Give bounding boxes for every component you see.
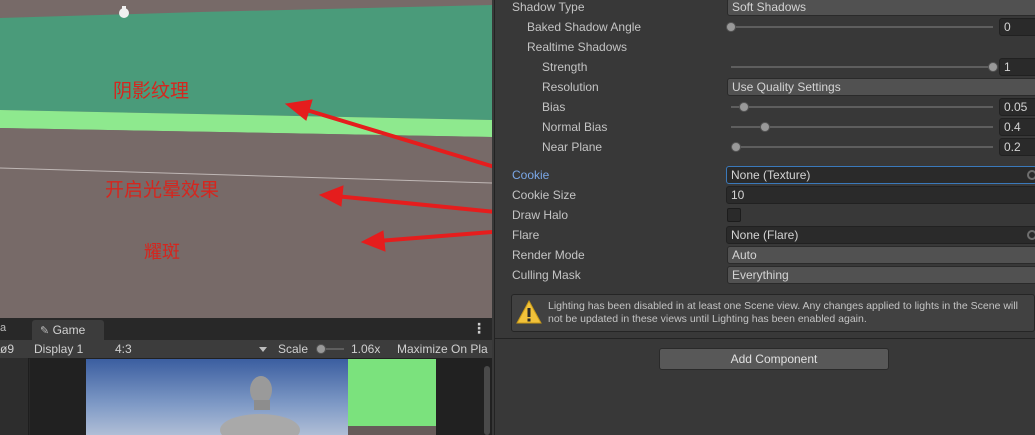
game-render-green	[348, 359, 436, 426]
game-toolbar: ø9 Display 1 4:3 Scale 1.06x Maximize On…	[0, 340, 492, 359]
aspect-dropdown[interactable]: 4:3	[115, 340, 132, 358]
scale-label: Scale	[278, 342, 309, 356]
more-options-icon[interactable]: ⋮	[472, 320, 486, 337]
annotation-flare: 耀斑	[144, 242, 180, 263]
normal-bias-knob[interactable]	[760, 122, 771, 132]
culling-mask-value: Everything	[732, 268, 789, 282]
display-dropdown-label: Display 1	[34, 342, 84, 356]
culling-mask-dropdown[interactable]: Everything	[727, 266, 1035, 284]
cookie-label: Cookie	[512, 168, 550, 182]
bias-input[interactable]: 0.05	[999, 98, 1035, 116]
vertical-scrollbar[interactable]	[484, 366, 490, 435]
annotation-shadow-texture: 阴影纹理	[113, 80, 190, 102]
render-mode-dropdown[interactable]: Auto	[727, 246, 1035, 264]
normal-bias-slider[interactable]	[731, 126, 993, 128]
realtime-shadows-header: Realtime Shadows	[527, 40, 628, 54]
chevron-down-icon	[259, 347, 267, 352]
flare-object-field[interactable]: None (Flare)	[726, 226, 1035, 244]
bias-slider[interactable]	[731, 106, 993, 108]
game-tab-bar: a ✎ Game ⋮	[0, 318, 492, 341]
cookie-size-label: Cookie Size	[512, 188, 577, 202]
baked-shadow-angle-input[interactable]: 0	[999, 18, 1035, 36]
display-dropdown[interactable]: Display 1	[34, 340, 83, 358]
green-plane	[0, 5, 492, 120]
lock-icon[interactable]: a	[0, 322, 6, 334]
warning-icon	[516, 299, 542, 324]
flare-object-picker-icon[interactable]	[1027, 230, 1035, 240]
statue-figure	[220, 376, 300, 435]
lighting-warning-text: Lighting has been disabled in at least o…	[548, 300, 1018, 325]
flare-label: Flare	[512, 228, 540, 242]
baked-shadow-angle-value: 0	[1004, 20, 1011, 34]
strength-slider[interactable]	[731, 66, 993, 68]
game-render-ground	[348, 426, 436, 435]
near-plane-input[interactable]: 0.2	[999, 138, 1035, 156]
scene-view[interactable]: 阴影纹理 开启光晕效果 耀斑	[0, 0, 492, 318]
tab-game-label: Game	[52, 323, 86, 337]
baked-shadow-angle-slider[interactable]	[731, 26, 993, 28]
strength-label: Strength	[542, 60, 588, 74]
divider	[495, 338, 1035, 339]
strength-input[interactable]: 1	[999, 58, 1035, 76]
baked-shadow-angle-knob[interactable]	[726, 22, 736, 32]
culling-mask-label: Culling Mask	[512, 268, 581, 282]
cookie-value: None (Texture)	[731, 168, 811, 182]
bias-label: Bias	[542, 100, 566, 114]
strength-knob[interactable]	[988, 62, 998, 72]
shadow-type-label: Shadow Type	[512, 0, 585, 14]
maximize-on-play-toggle[interactable]: Maximize On Pla	[397, 340, 488, 358]
strength-value: 1	[1004, 60, 1011, 74]
aspect-dropdown-label: 4:3	[115, 342, 132, 356]
hierarchy-strip	[0, 358, 29, 435]
flare-value: None (Flare)	[731, 228, 799, 242]
cookie-size-input[interactable]: 10	[726, 186, 1035, 204]
ground-plane	[0, 128, 492, 318]
visibility-counter[interactable]: ø9	[0, 340, 28, 358]
bias-value: 0.05	[1004, 100, 1028, 114]
normal-bias-value: 0.4	[1004, 120, 1021, 134]
visibility-count: 9	[7, 342, 15, 356]
scene-geometry	[0, 5, 492, 318]
normal-bias-label: Normal Bias	[542, 120, 608, 134]
render-mode-value: Auto	[732, 248, 757, 262]
resolution-dropdown[interactable]: Use Quality Settings	[727, 78, 1035, 96]
draw-halo-checkbox[interactable]	[727, 208, 741, 222]
shadow-type-dropdown[interactable]: Soft Shadows	[727, 0, 1035, 16]
near-plane-label: Near Plane	[542, 140, 603, 154]
near-plane-value: 0.2	[1004, 140, 1021, 154]
annotation-halo-effect: 开启光晕效果	[105, 179, 220, 201]
render-mode-label: Render Mode	[512, 248, 585, 262]
draw-halo-label: Draw Halo	[512, 208, 569, 222]
scale-slider-knob[interactable]	[316, 344, 326, 354]
resolution-label: Resolution	[542, 80, 599, 94]
resolution-value: Use Quality Settings	[732, 80, 841, 94]
cookie-object-picker-icon[interactable]	[1027, 170, 1035, 180]
baked-shadow-angle-label: Baked Shadow Angle	[527, 20, 642, 34]
near-plane-slider[interactable]	[731, 146, 993, 148]
add-component-button[interactable]: Add Component	[659, 348, 889, 370]
maximize-on-play-label: Maximize On Pla	[397, 342, 488, 356]
cookie-object-field[interactable]: None (Texture)	[726, 166, 1035, 184]
normal-bias-input[interactable]: 0.4	[999, 118, 1035, 136]
tab-game[interactable]: ✎ Game	[32, 320, 104, 340]
cookie-size-value: 10	[731, 188, 745, 202]
gamepad-icon: ✎	[40, 325, 50, 337]
scale-value: 1.06x	[351, 342, 381, 356]
shadow-type-value: Soft Shadows	[732, 0, 807, 14]
